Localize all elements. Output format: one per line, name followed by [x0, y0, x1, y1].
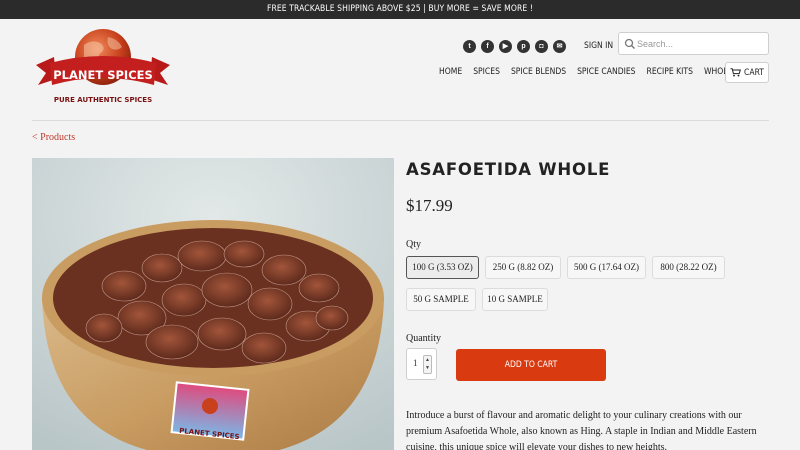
- quantity-stepper[interactable]: 1 ▲ ▼: [406, 348, 437, 380]
- announcement-bar: FREE TRACKABLE SHIPPING ABOVE $25 | BUY …: [0, 0, 800, 19]
- product-image[interactable]: PLANET SPICES: [32, 158, 394, 450]
- search-icon: [624, 38, 635, 49]
- product-title: ASAFOETIDA WHOLE: [406, 160, 611, 179]
- product-price: $17.99: [406, 196, 453, 215]
- sign-in-link[interactable]: SIGN IN: [584, 41, 613, 51]
- nav-spice-candies[interactable]: SPICE CANDIES: [577, 67, 635, 77]
- spinner-arrows-icon[interactable]: ▲ ▼: [423, 355, 432, 374]
- logo-tagline: PURE AUTHENTIC SPICES: [54, 96, 152, 104]
- header-divider: [32, 120, 769, 121]
- planet-spices-logo[interactable]: PLANET SPICES PURE AUTHENTIC SPICES: [32, 27, 174, 107]
- instagram-icon[interactable]: ◘: [535, 40, 548, 53]
- social-links: t f ▶ p ◘ ✉: [463, 40, 566, 53]
- search-box: [618, 32, 769, 55]
- qty-label: Qty: [406, 239, 421, 250]
- email-icon[interactable]: ✉: [553, 40, 566, 53]
- cart-icon: [730, 68, 742, 77]
- quantity-label: Quantity: [406, 333, 441, 344]
- logo-text: PLANET SPICES: [53, 68, 153, 82]
- facebook-icon[interactable]: f: [481, 40, 494, 53]
- variant-option[interactable]: 500 G (17.64 OZ): [567, 256, 646, 279]
- product-description: Introduce a burst of flavour and aromati…: [406, 410, 757, 450]
- nav-recipe-kits[interactable]: RECIPE KITS: [647, 67, 693, 77]
- twitter-icon[interactable]: t: [463, 40, 476, 53]
- search-input[interactable]: [637, 36, 765, 52]
- nav-spices[interactable]: SPICES: [473, 67, 500, 77]
- cart-button[interactable]: CART: [725, 62, 769, 83]
- variant-option[interactable]: 10 G SAMPLE: [482, 288, 548, 311]
- variant-option[interactable]: 100 G (3.53 OZ): [406, 256, 479, 279]
- nav-home[interactable]: HOME: [439, 67, 462, 77]
- pinterest-icon[interactable]: p: [517, 40, 530, 53]
- variant-option[interactable]: 250 G (8.82 OZ): [485, 256, 561, 279]
- back-to-products-link[interactable]: < Products: [32, 132, 75, 143]
- quantity-value: 1: [413, 358, 418, 368]
- main-nav: HOME SPICES SPICE BLENDS SPICE CANDIES R…: [439, 67, 763, 77]
- add-to-cart-button[interactable]: ADD TO CART: [456, 349, 606, 381]
- youtube-icon[interactable]: ▶: [499, 40, 512, 53]
- nav-spice-blends[interactable]: SPICE BLENDS: [511, 67, 566, 77]
- cart-label: CART: [744, 67, 764, 78]
- variant-option[interactable]: 50 G SAMPLE: [406, 288, 476, 311]
- variant-option[interactable]: 800 (28.22 OZ): [652, 256, 725, 279]
